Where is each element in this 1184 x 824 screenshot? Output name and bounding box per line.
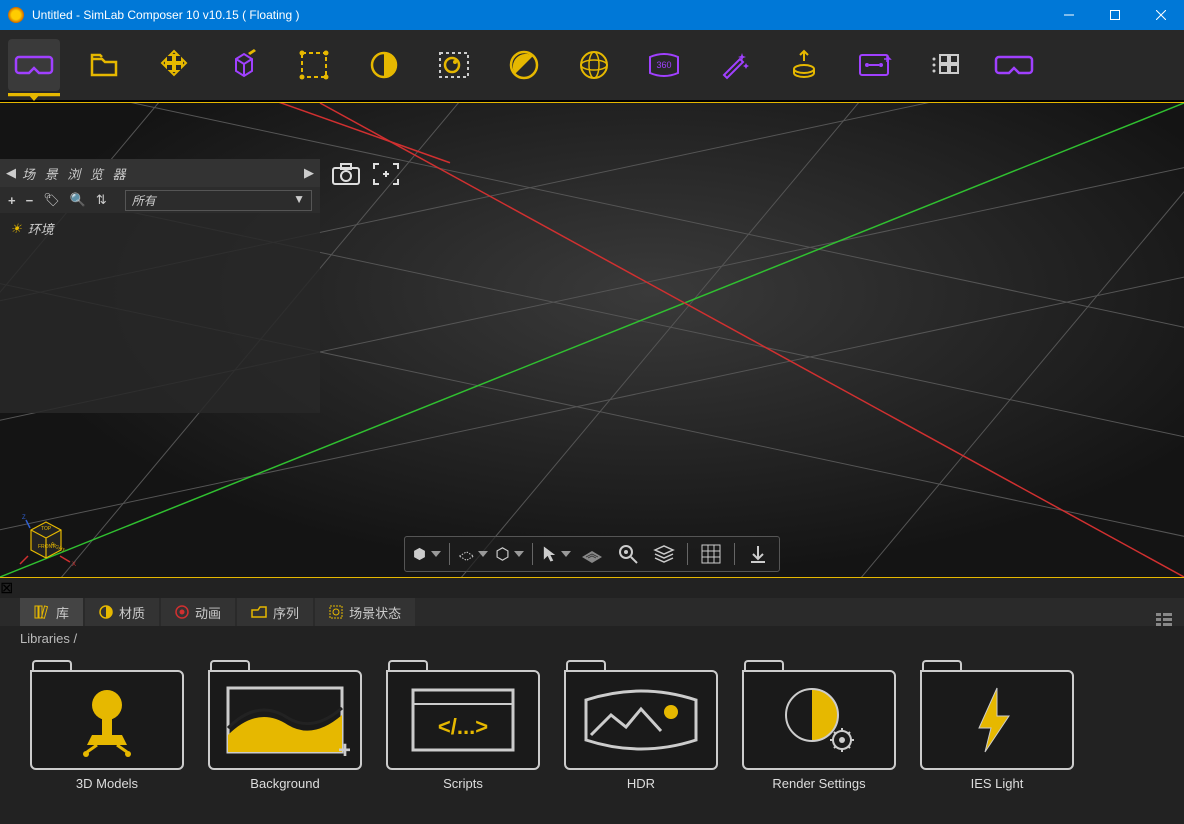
app-icon <box>8 7 24 23</box>
library-view-options-icon[interactable] <box>1156 612 1172 631</box>
snap-ground-button[interactable] <box>743 540 773 568</box>
zoom-fit-button[interactable] <box>613 540 643 568</box>
card-label: Background <box>250 776 319 791</box>
tab-label: 动画 <box>195 603 221 622</box>
isolate-button[interactable] <box>494 540 524 568</box>
tab-sequence[interactable]: 序列 <box>237 598 313 626</box>
filter-dropdown[interactable]: 所有▼ <box>125 190 312 211</box>
tree-item-environment[interactable]: ☀ 环境 <box>10 219 310 238</box>
tab-label: 场景状态 <box>349 603 401 622</box>
svg-text:TOP: TOP <box>41 526 52 532</box>
tab-label: 序列 <box>273 603 299 622</box>
grid-toggle-button[interactable] <box>696 540 726 568</box>
card-label: 3D Models <box>76 776 138 791</box>
minimize-button[interactable] <box>1046 0 1092 30</box>
lower-tabs: 库 材质 动画 序列 场景状态 <box>0 598 1184 626</box>
search-icon[interactable]: 🔍 <box>70 192 86 208</box>
magic-wand-button[interactable] <box>708 39 760 91</box>
tree-item-label: 环境 <box>28 219 54 238</box>
connection-button[interactable] <box>848 39 900 91</box>
svg-text:</...>: </...> <box>438 714 488 739</box>
move-tool-button[interactable] <box>148 39 200 91</box>
card-label: Render Settings <box>772 776 865 791</box>
library-card-ies-light[interactable]: IES Light <box>918 660 1076 804</box>
sun-icon: ☀ <box>10 221 22 237</box>
shading-mode-button[interactable] <box>411 540 441 568</box>
ground-plane-button[interactable] <box>458 540 488 568</box>
library-card-3d-models[interactable]: 3D Models <box>28 660 186 804</box>
globe-button[interactable] <box>568 39 620 91</box>
svg-text:+: + <box>338 737 350 760</box>
library-cards-row: 3D Models + Background </...> Scripts HD… <box>0 650 1184 814</box>
tag-icon[interactable]: 🏷 <box>43 192 60 208</box>
camera-snapshot-button[interactable] <box>330 161 362 187</box>
material-sphere-button[interactable] <box>358 39 410 91</box>
window-title: Untitled - SimLab Composer 10 v10.15 ( F… <box>32 8 1046 22</box>
edit-cube-button[interactable] <box>218 39 270 91</box>
library-card-scripts[interactable]: </...> Scripts <box>384 660 542 804</box>
tab-label: 材质 <box>119 603 145 622</box>
render-region-button[interactable] <box>428 39 480 91</box>
svg-text:X: X <box>72 562 76 568</box>
library-card-background[interactable]: + Background <box>206 660 364 804</box>
tab-scene-state[interactable]: 场景状态 <box>315 598 415 626</box>
close-button[interactable] <box>1138 0 1184 30</box>
library-breadcrumb[interactable]: Libraries / <box>0 626 1184 650</box>
card-label: HDR <box>627 776 655 791</box>
360-view-button[interactable]: 360 <box>638 39 690 91</box>
3d-viewport[interactable]: ◀ 场 景 浏 览 器 ▶ + − 🏷 🔍 ⇅ 所有▼ ☀ 环境 <box>0 102 1184 578</box>
mesh-select-button[interactable] <box>577 540 607 568</box>
pointer-tool-button[interactable] <box>541 540 571 568</box>
svg-text:360: 360 <box>656 60 671 70</box>
lower-panel: ⊠ 库 材质 动画 序列 场景状态 Libraries / <box>0 578 1184 824</box>
sync-icon[interactable]: ⇅ <box>96 192 107 208</box>
contrast-button[interactable] <box>498 39 550 91</box>
collapse-right-icon[interactable]: ▶ <box>304 165 314 181</box>
grid-settings-button[interactable] <box>918 39 970 91</box>
frame-target-button[interactable] <box>370 161 402 187</box>
push-button-button[interactable] <box>778 39 830 91</box>
maximize-button[interactable] <box>1092 0 1138 30</box>
library-card-render-settings[interactable]: Render Settings <box>740 660 898 804</box>
tab-animation[interactable]: 动画 <box>161 598 235 626</box>
library-card-hdr[interactable]: HDR <box>562 660 720 804</box>
main-toolbar: 360 <box>0 30 1184 102</box>
remove-node-button[interactable]: − <box>26 193 34 208</box>
vr-mode-button[interactable] <box>8 39 60 91</box>
file-open-button[interactable] <box>78 39 130 91</box>
window-titlebar: Untitled - SimLab Composer 10 v10.15 ( F… <box>0 0 1184 30</box>
tab-library[interactable]: 库 <box>20 598 83 626</box>
selection-tool-button[interactable] <box>288 39 340 91</box>
scene-browser-title: 场 景 浏 览 器 <box>22 164 298 183</box>
scene-tree[interactable]: ☀ 环境 <box>0 213 320 413</box>
navigation-cube[interactable]: FRONT RIGHT TOP X Z <box>16 510 76 570</box>
panel-close-icon[interactable]: ⊠ <box>0 580 13 597</box>
collapse-left-icon[interactable]: ◀ <box>6 165 16 181</box>
card-label: Scripts <box>443 776 483 791</box>
add-node-button[interactable]: + <box>8 193 16 208</box>
scene-browser-panel: ◀ 场 景 浏 览 器 ▶ + − 🏷 🔍 ⇅ 所有▼ ☀ 环境 <box>0 159 320 413</box>
vr-headset-button[interactable] <box>988 39 1040 91</box>
tab-material[interactable]: 材质 <box>85 598 159 626</box>
tab-label: 库 <box>56 603 69 622</box>
layers-button[interactable] <box>649 540 679 568</box>
viewport-bottom-toolbar <box>404 536 780 572</box>
card-label: IES Light <box>971 776 1024 791</box>
svg-text:Z: Z <box>22 515 26 521</box>
